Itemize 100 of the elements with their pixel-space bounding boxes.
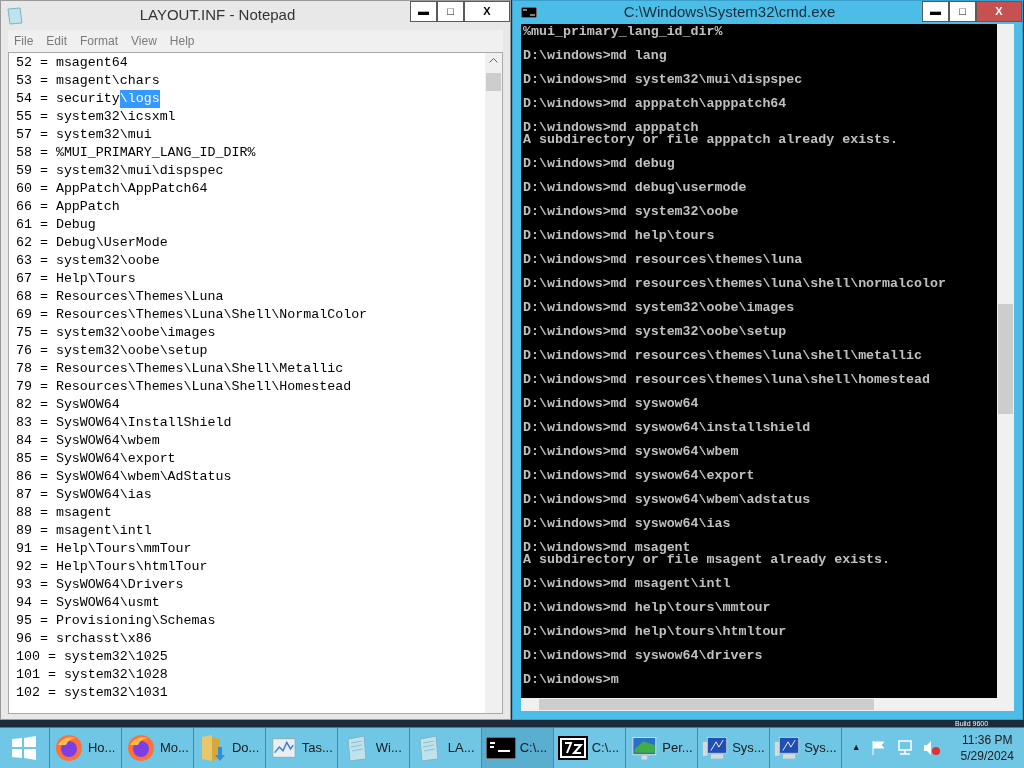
flag-icon[interactable] bbox=[870, 740, 887, 756]
console-line: A subdirectory or file apppatch already exists. bbox=[523, 134, 900, 147]
text-line: 62 = Debug\UserMode bbox=[16, 234, 168, 252]
text-line: 92 = Help\Tours\htmlTour bbox=[16, 558, 208, 576]
text-line: 87 = SysWOW64\ias bbox=[16, 486, 152, 504]
console-line: D:\windows>md syswow64\wbem bbox=[523, 446, 740, 459]
text-line: 91 = Help\Tours\mmTour bbox=[16, 540, 192, 558]
taskbar-button[interactable]: Sys... bbox=[769, 728, 842, 768]
console-line: D:\windows>md resources\themes\luna\shell\normalcolor bbox=[523, 278, 947, 291]
menu-item[interactable]: Format bbox=[80, 32, 119, 50]
minimize-button[interactable]: ▬ bbox=[922, 1, 949, 22]
text-line: 55 = system32\icsxml bbox=[16, 108, 176, 126]
text-line: 94 = SysWOW64\usmt bbox=[16, 594, 160, 612]
menu-item[interactable]: Edit bbox=[46, 32, 68, 50]
console-line: D:\windows>md debug bbox=[523, 158, 676, 171]
text-line: 78 = Resources\Themes\Luna\Shell\Metallic bbox=[16, 360, 344, 378]
notepad-icon bbox=[5, 5, 25, 26]
console-icon bbox=[485, 737, 516, 759]
show-hidden-icons-button[interactable]: ▲ bbox=[851, 741, 861, 755]
console-line: D:\windows>md help\tours\htmltour bbox=[523, 626, 788, 639]
console-line: D:\windows>md system32\mui\dispspec bbox=[523, 74, 804, 87]
menu-item[interactable]: File bbox=[14, 32, 34, 50]
text-line: 88 = msagent bbox=[16, 504, 112, 522]
clock[interactable]: 11:36 PM 5/29/2024 bbox=[950, 728, 1024, 768]
taskbar-button[interactable]: Mo... bbox=[121, 728, 194, 768]
taskbar-button[interactable]: Do... bbox=[193, 728, 266, 768]
taskbar-button[interactable]: Wi... bbox=[337, 728, 410, 768]
text-line: 82 = SysWOW64 bbox=[16, 396, 120, 414]
text-line: 53 = msagent\chars bbox=[16, 72, 160, 90]
console-line: D:\windows>md msagent\intl bbox=[523, 578, 732, 591]
text-line: 79 = Resources\Themes\Luna\Shell\Homestead bbox=[16, 378, 352, 396]
console-line: D:\windows>md resources\themes\luna\shell\homestead bbox=[523, 374, 931, 387]
console-line: D:\windows>md msagent bbox=[523, 542, 691, 555]
taskbar-button[interactable]: Ho... bbox=[49, 728, 122, 768]
browser-icon bbox=[125, 733, 156, 763]
console-line: D:\windows>md resources\themes\luna bbox=[523, 254, 804, 267]
console-line: D:\windows>md lang bbox=[523, 50, 668, 63]
console-line: D:\windows>md help\tours bbox=[523, 230, 716, 243]
text-line: 89 = msagent\intl bbox=[16, 522, 152, 540]
text-line: 84 = SysWOW64\wbem bbox=[16, 432, 160, 450]
text-line: 61 = Debug bbox=[16, 216, 96, 234]
console-line: D:\windows>md system32\oobe\setup bbox=[523, 326, 788, 339]
maximize-button[interactable]: □ bbox=[949, 1, 976, 22]
text-line: 93 = SysWOW64\Drivers bbox=[16, 576, 184, 594]
text-line: 57 = system32\mui bbox=[16, 126, 152, 144]
text-line: 75 = system32\oobe\images bbox=[16, 324, 216, 342]
console-line: D:\windows>md apppatch\apppatch64 bbox=[523, 98, 788, 111]
taskbar-button[interactable]: Tas... bbox=[265, 728, 338, 768]
console-line: D:\windows>md syswow64\export bbox=[523, 470, 756, 483]
console-line: D:\windows>md syswow64\drivers bbox=[523, 650, 764, 663]
text-line: 68 = Resources\Themes\Luna bbox=[16, 288, 224, 306]
text-line: 54 = security bbox=[16, 90, 120, 108]
console-line: D:\windows>md system32\oobe\images bbox=[523, 302, 796, 315]
text-line: 69 = Resources\Themes\Luna\Shell\NormalColor bbox=[16, 306, 368, 324]
console-line: D:\windows>md syswow64 bbox=[523, 398, 700, 411]
text-line: 58 = %MUI_PRIMARY_LANG_ID_DIR% bbox=[16, 144, 256, 162]
text-line: 102 = system32\1031 bbox=[16, 684, 168, 702]
archive-icon bbox=[557, 736, 588, 760]
console-line: D:\windows>md syswow64\ias bbox=[523, 518, 732, 531]
menu-item[interactable]: Help bbox=[169, 32, 195, 50]
taskbar-button[interactable]: C:\... bbox=[553, 728, 626, 768]
browser-icon bbox=[53, 733, 84, 763]
maximize-button[interactable]: □ bbox=[437, 1, 464, 22]
muted-speaker-icon[interactable] bbox=[922, 740, 941, 756]
window-title: LAYOUT.INF - Notepad bbox=[138, 5, 297, 26]
text-line: 66 = AppPatch bbox=[16, 198, 120, 216]
windows-logo-icon bbox=[12, 736, 37, 760]
text-line: 60 = AppPatch\AppPatch64 bbox=[16, 180, 208, 198]
close-button[interactable]: X bbox=[464, 1, 510, 22]
console-line: D:\windows>md resources\themes\luna\shell\metallic bbox=[523, 350, 923, 363]
text-line: 67 = Help\Tours bbox=[16, 270, 136, 288]
text-line: 76 = system32\oobe\setup bbox=[16, 342, 208, 360]
console-line: D:\windows>md apppatch bbox=[523, 122, 700, 135]
console-line: D:\windows>m bbox=[523, 674, 620, 687]
selected-text: \logs bbox=[119, 90, 160, 108]
network-icon[interactable] bbox=[896, 740, 913, 756]
text-line: 101 = system32\1028 bbox=[16, 666, 168, 684]
window-title: C:\Windows\System32\cmd.exe bbox=[622, 2, 837, 23]
taskbar-button[interactable]: Per... bbox=[625, 728, 698, 768]
console-line: D:\windows>md debug\usermode bbox=[523, 182, 748, 195]
text-line: 95 = Provisioning\Schemas bbox=[16, 612, 216, 630]
close-button[interactable]: X bbox=[976, 1, 1022, 22]
scroll-up-icon[interactable] bbox=[489, 58, 498, 63]
text-line: 52 = msagent64 bbox=[16, 54, 128, 72]
console-line: A subdirectory or file msagent already exists. bbox=[523, 554, 892, 567]
text-line: 85 = SysWOW64\export bbox=[16, 450, 176, 468]
console-line: D:\windows>md syswow64\installshield bbox=[523, 422, 812, 435]
console-line: D:\windows>md help\tours\mmtour bbox=[523, 602, 772, 615]
console-icon bbox=[521, 7, 537, 19]
taskbar-button[interactable]: Sys... bbox=[697, 728, 770, 768]
console-line: D:\windows>md syswow64\wbem\adstatus bbox=[523, 494, 812, 507]
menu-item[interactable]: View bbox=[131, 32, 157, 50]
taskbar-button[interactable]: LA... bbox=[409, 728, 482, 768]
text-line: 96 = srchasst\x86 bbox=[16, 630, 152, 648]
minimize-button[interactable]: ▬ bbox=[410, 1, 437, 22]
taskbar-button[interactable]: C:\... bbox=[481, 728, 554, 768]
text-line: 83 = SysWOW64\InstallShield bbox=[16, 414, 232, 432]
console-line: %mui_primary_lang_id_dir% bbox=[523, 26, 724, 39]
console-line: D:\windows>md system32\oobe bbox=[523, 206, 740, 219]
text-line: 63 = system32\oobe bbox=[16, 252, 160, 270]
